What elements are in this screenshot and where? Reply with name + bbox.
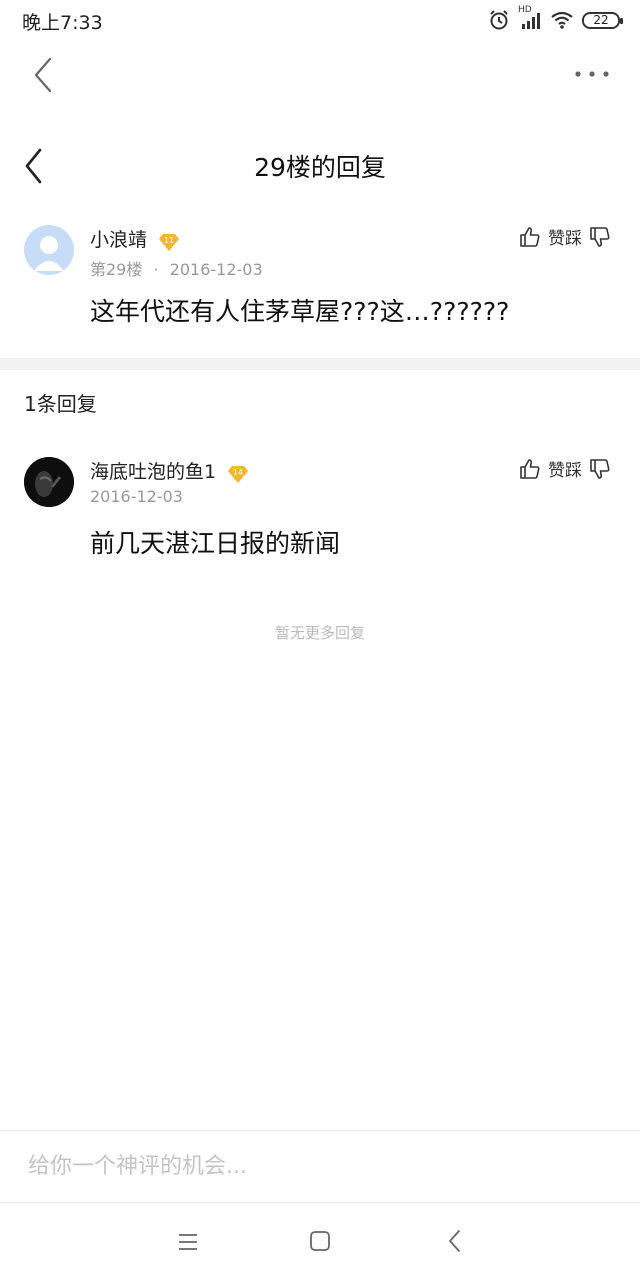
username[interactable]: 海底吐泡的鱼1 bbox=[90, 461, 216, 483]
default-avatar-icon bbox=[34, 236, 64, 271]
post-author: 小浪靖 11 bbox=[90, 225, 180, 253]
thumbs-up-icon[interactable] bbox=[518, 225, 542, 249]
thumbs-down-icon[interactable] bbox=[588, 457, 612, 481]
reply-author: 海底吐泡的鱼1 14 bbox=[90, 457, 249, 485]
vote-controls: 赞踩 bbox=[518, 456, 612, 481]
dislike-label[interactable]: 踩 bbox=[565, 456, 582, 481]
meta-separator: · bbox=[153, 260, 159, 279]
reply-content: 前几天湛江日报的新闻 bbox=[90, 529, 341, 558]
avatar[interactable] bbox=[24, 457, 74, 507]
post-content: 这年代还有人住茅草屋???这…?????? bbox=[90, 297, 510, 326]
status-time: 晚上7:33 bbox=[22, 12, 103, 34]
alarm-icon bbox=[490, 10, 508, 30]
menu-icon[interactable] bbox=[176, 1230, 200, 1254]
section-divider bbox=[0, 358, 640, 370]
battery-icon: 22 bbox=[582, 11, 623, 29]
username[interactable]: 小浪靖 bbox=[90, 229, 147, 251]
back-triangle-icon[interactable] bbox=[444, 1228, 466, 1254]
comment-input[interactable] bbox=[0, 1131, 640, 1201]
user-photo-avatar bbox=[24, 457, 74, 507]
thumbs-up-icon[interactable] bbox=[518, 457, 542, 481]
battery-level: 22 bbox=[593, 12, 609, 27]
post-date: 2016-12-03 bbox=[169, 260, 263, 279]
status-bar: 晚上7:33 HD 22 bbox=[0, 0, 640, 40]
reply-count: 1条回复 bbox=[24, 392, 97, 416]
level-number: 11 bbox=[164, 236, 174, 245]
wifi-icon bbox=[551, 11, 573, 29]
signal-icon: HD bbox=[518, 5, 542, 31]
reply-date: 2016-12-03 bbox=[90, 487, 183, 506]
home-square-icon[interactable] bbox=[308, 1229, 332, 1253]
back-arrow-icon[interactable] bbox=[28, 56, 60, 94]
level-number: 14 bbox=[233, 468, 243, 477]
floor-label: 第29楼 bbox=[90, 260, 143, 279]
level-badge-icon: 14 bbox=[228, 465, 249, 483]
input-divider bbox=[0, 1202, 640, 1203]
level-badge-icon: 11 bbox=[159, 233, 180, 251]
like-label[interactable]: 赞 bbox=[548, 456, 565, 481]
more-dots-icon[interactable] bbox=[572, 62, 612, 86]
avatar[interactable] bbox=[24, 225, 74, 275]
post-meta: 第29楼 · 2016-12-03 bbox=[90, 256, 263, 280]
like-label[interactable]: 赞 bbox=[548, 224, 565, 249]
status-icons: HD 22 bbox=[488, 5, 623, 32]
no-more-replies: 暂无更多回复 bbox=[274, 624, 365, 642]
page-title: 29楼的回复 bbox=[254, 153, 386, 182]
vote-controls: 赞踩 bbox=[518, 224, 612, 249]
thumbs-down-icon[interactable] bbox=[588, 225, 612, 249]
dislike-label[interactable]: 踩 bbox=[565, 224, 582, 249]
